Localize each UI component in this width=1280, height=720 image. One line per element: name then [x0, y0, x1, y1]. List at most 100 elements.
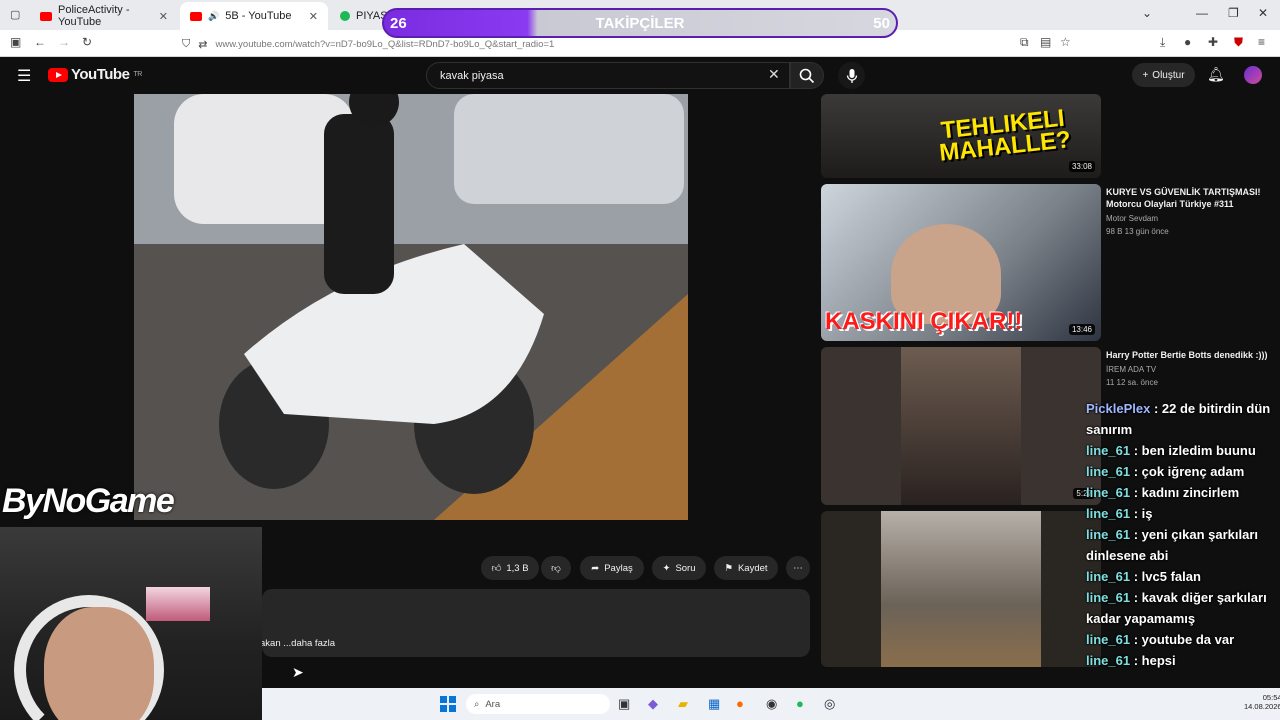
tab-active-youtube[interactable]: 🔊 5B - YouTube ✕ [180, 2, 328, 30]
taskbar-search-input[interactable]: ⌕ Ara [466, 694, 610, 714]
downloads-icon[interactable]: ⤓ [1160, 35, 1165, 50]
chat-message: line_61 : ben izledim buunu [1082, 440, 1280, 461]
sparkle-icon: ✦ [662, 562, 671, 574]
teams-icon[interactable]: ◆ [648, 696, 658, 712]
chat-text: hepsi [1141, 653, 1176, 668]
notifications-bell-icon[interactable]: 🔔︎ [1207, 66, 1225, 83]
chat-username: line_61 [1086, 443, 1131, 458]
recommended-video-thumbnail[interactable] [821, 511, 1101, 667]
site-info-icon[interactable]: ⛉ [182, 38, 190, 51]
webcam-light-panel [146, 587, 210, 621]
ublock-icon[interactable]: ⛊ [1234, 35, 1243, 50]
store-icon[interactable]: ▦ [708, 696, 720, 712]
save-button[interactable]: ⚑ Kaydet [714, 556, 778, 580]
file-explorer-icon[interactable]: ▰ [678, 696, 688, 712]
logo-region: TR [133, 71, 142, 78]
reload-icon[interactable]: ↻ [82, 35, 92, 49]
recommended-video-thumbnail[interactable]: KASKINI ÇIKAR!! 13:46 [821, 184, 1101, 341]
mouse-cursor-icon: ➤ [292, 664, 304, 680]
channel-name[interactable]: İREM ADA TV [1106, 363, 1276, 376]
url-text: www.youtube.com/watch?v=nD7-bo9Lo_Q&list… [215, 38, 555, 50]
task-view-icon[interactable]: ▣ [618, 696, 630, 712]
steam-icon[interactable]: ◎ [824, 696, 835, 712]
permissions-icon[interactable]: ⇄ [198, 38, 207, 51]
search-icon: ⌕ [474, 698, 480, 710]
webcam-overlay [0, 527, 262, 720]
sidebar-toggle-icon[interactable]: ▣ [10, 35, 21, 49]
forward-icon[interactable]: → [58, 35, 70, 49]
bookmark-star-icon[interactable]: ☆ [1060, 35, 1071, 49]
search-button[interactable] [790, 62, 824, 89]
search-input[interactable]: kavak piyasa [426, 62, 790, 89]
more-actions-button[interactable]: ⋯ [786, 556, 810, 580]
chat-message: line_61 : lvc5 falan [1082, 566, 1280, 587]
recommended-video-info[interactable]: KURYE VS GÜVENLİK TARTIŞMASI! Motorcu Ol… [1106, 186, 1266, 238]
guide-menu-icon[interactable]: ☰ [17, 66, 31, 86]
channel-brand-logo: ByNoGame [2, 482, 175, 520]
tab-search-chevron-icon[interactable]: ⌄ [1142, 6, 1152, 20]
chat-separator: : [1130, 506, 1142, 521]
plus-icon: + [1142, 69, 1149, 81]
like-button[interactable]: 👍︎ 1,3 B [481, 556, 539, 580]
clock-time: 05:54 [1262, 693, 1280, 702]
logo-text: YouTube [71, 66, 130, 83]
avatar[interactable] [1244, 66, 1262, 84]
chat-username: line_61 [1086, 527, 1131, 542]
account-icon[interactable]: ● [1184, 35, 1191, 49]
close-window-icon[interactable]: ✕ [1258, 6, 1268, 20]
close-tab-icon[interactable]: ✕ [309, 10, 318, 23]
menu-icon[interactable]: ≡ [1258, 35, 1265, 49]
spotify-favicon-icon [340, 11, 350, 21]
recommended-video-thumbnail[interactable]: TEHLIKELI MAHALLE? 33:08 [821, 94, 1101, 178]
tab-piyasa[interactable]: PIYASA [330, 2, 395, 30]
thumbnail-frame [881, 511, 1041, 667]
youtube-logo[interactable]: YouTube TR [48, 66, 142, 83]
chat-separator: : [1130, 590, 1142, 605]
extensions-icon[interactable]: ✚ [1208, 35, 1218, 49]
chat-text: kadını zincirlem [1141, 485, 1240, 500]
restore-icon[interactable]: ❐ [1228, 6, 1239, 20]
chat-separator: : [1150, 401, 1162, 416]
create-button[interactable]: + Oluştur [1132, 63, 1195, 87]
video-title[interactable]: KURYE VS GÜVENLİK TARTIŞMASI! Motorcu Ol… [1106, 186, 1266, 210]
recommended-video-thumbnail[interactable]: 5:27 [821, 347, 1101, 505]
video-player[interactable] [134, 94, 688, 520]
chat-username: PicklePlex [1086, 401, 1151, 416]
chat-username: line_61 [1086, 590, 1131, 605]
chat-username: line_61 [1086, 569, 1131, 584]
reader-view-icon[interactable]: ▤ [1040, 35, 1051, 49]
install-app-icon[interactable]: ⧉ [1020, 35, 1029, 50]
audio-playing-icon[interactable]: 🔊 [208, 11, 219, 22]
obs-icon[interactable]: ◉ [766, 696, 777, 712]
minimize-icon[interactable]: — [1196, 6, 1208, 20]
taskbar-clock[interactable]: 05:54 14.08.2026 [1244, 693, 1280, 711]
description-text[interactable]: akan ...daha fazla [260, 638, 335, 649]
clear-search-icon[interactable]: ✕ [768, 66, 780, 83]
youtube-play-icon [48, 67, 68, 82]
chat-message: line_61 : kadını zincirlem [1082, 482, 1280, 503]
tab-label: PoliceActivity - YouTube [58, 4, 130, 28]
thumbs-down-icon: 👎︎ [551, 563, 561, 574]
tab-policeactivity[interactable]: PoliceActivity - YouTube ✕ [30, 2, 178, 30]
windows-start-icon[interactable] [440, 696, 456, 712]
share-button[interactable]: ➦ Paylaş [580, 556, 644, 580]
create-label: Oluştur [1152, 69, 1185, 81]
firefox-icon[interactable]: ● [736, 696, 744, 711]
back-icon[interactable]: ← [34, 35, 46, 49]
video-duration: 13:46 [1068, 324, 1095, 335]
voice-search-button[interactable] [838, 62, 865, 89]
taskbar-search-placeholder: Ara [485, 698, 501, 710]
spotify-icon[interactable]: ● [796, 696, 804, 711]
description-box[interactable] [262, 589, 810, 657]
search-value: kavak piyasa [440, 69, 504, 82]
tab-list-icon[interactable]: ▢ [10, 8, 20, 21]
chat-separator: : [1130, 632, 1142, 647]
ask-button[interactable]: ✦ Soru [652, 556, 706, 580]
video-title[interactable]: Harry Potter Bertie Botts denedikk :))) [1106, 349, 1276, 361]
chat-text: youtube da var [1141, 632, 1235, 647]
chat-username: line_61 [1086, 653, 1131, 668]
close-tab-icon[interactable]: ✕ [159, 10, 168, 23]
dislike-button[interactable]: 👎︎ [541, 556, 571, 580]
channel-name[interactable]: Motor Sevdam [1106, 212, 1266, 225]
video-meta: 98 B 13 gün önce [1106, 227, 1169, 236]
